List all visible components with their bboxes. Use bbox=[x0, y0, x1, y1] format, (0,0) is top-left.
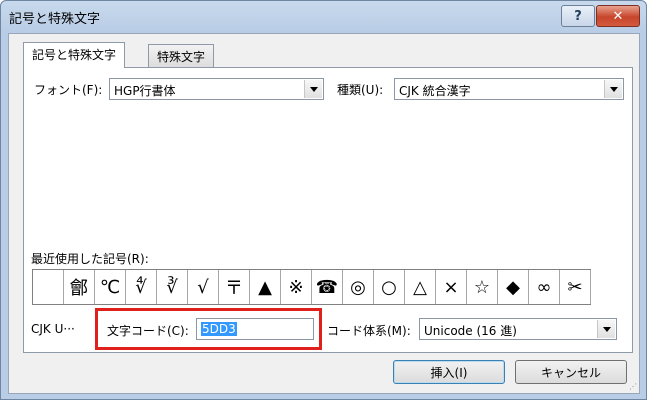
subset-label: 種類(U): bbox=[337, 83, 384, 97]
chevron-down-icon[interactable] bbox=[604, 80, 622, 98]
cancel-button[interactable]: キャンセル bbox=[515, 360, 627, 384]
chevron-down-icon[interactable] bbox=[597, 320, 615, 338]
recent-symbol-cell[interactable] bbox=[33, 270, 64, 304]
font-select-value: HGP行書体 bbox=[114, 84, 176, 98]
dialog-body: 記号と特殊文字 特殊文字 フォント(F): HGP行書体 種類(U): CJK … bbox=[8, 33, 640, 394]
character-name: CJK U··· bbox=[31, 322, 75, 336]
tab-symbols[interactable]: 記号と特殊文字 bbox=[23, 42, 126, 68]
title-bar[interactable]: 記号と特殊文字 ? ✕ bbox=[1, 1, 646, 33]
close-button[interactable]: ✕ bbox=[596, 5, 640, 27]
recent-symbol-cell[interactable]: √ bbox=[188, 270, 219, 304]
from-label: コード体系(M): bbox=[327, 324, 411, 338]
symbols-panel: フォント(F): HGP行書体 種類(U): CJK 統合漢字 bbox=[23, 67, 633, 353]
from-select[interactable]: Unicode (16 進) bbox=[419, 318, 617, 340]
chevron-down-icon[interactable] bbox=[304, 80, 322, 98]
from-select-value: Unicode (16 進) bbox=[424, 324, 517, 338]
recent-symbol-cell[interactable]: ○ bbox=[374, 270, 405, 304]
recent-symbol-cell[interactable]: ☎ bbox=[312, 270, 343, 304]
recent-symbol-cell[interactable]: △ bbox=[405, 270, 436, 304]
recent-symbol-cell[interactable]: 〒 bbox=[219, 270, 250, 304]
char-code-value: 5DD3 bbox=[201, 322, 237, 336]
recent-symbol-cell[interactable]: ◎ bbox=[343, 270, 374, 304]
recent-symbol-cell[interactable]: ☆ bbox=[467, 270, 498, 304]
font-label: フォント(F): bbox=[34, 83, 103, 97]
recent-symbol-cell[interactable]: ▲ bbox=[250, 270, 281, 304]
close-icon: ✕ bbox=[612, 8, 624, 24]
subset-select[interactable]: CJK 統合漢字 bbox=[394, 78, 624, 100]
help-button[interactable]: ? bbox=[561, 5, 595, 27]
recent-symbol-cell[interactable]: × bbox=[436, 270, 467, 304]
font-select[interactable]: HGP行書体 bbox=[109, 78, 324, 100]
recent-symbols-label: 最近使用した記号(R): bbox=[31, 252, 149, 266]
dialog-window: 記号と特殊文字 ? ✕ 記号と特殊文字 特殊文字 フォント(F): HGP行書体… bbox=[0, 0, 647, 400]
recent-symbol-cell[interactable]: ◆ bbox=[498, 270, 529, 304]
recent-symbols-row[interactable]: 鄶 ℃ ∜ ∛ √ 〒 ▲ ※ ☎ ◎ ○ △ × ☆ ◆ ∞ ✂ bbox=[32, 269, 591, 305]
resize-grip-icon[interactable]: ⋰ bbox=[629, 382, 637, 391]
subset-select-value: CJK 統合漢字 bbox=[399, 84, 471, 98]
char-code-field[interactable]: 5DD3 bbox=[196, 318, 314, 340]
recent-symbol-cell[interactable]: ℃ bbox=[95, 270, 126, 304]
dialog-title: 記号と特殊文字 bbox=[9, 12, 101, 27]
recent-symbol-cell[interactable]: ✂ bbox=[560, 270, 591, 304]
tab-special-characters[interactable]: 特殊文字 bbox=[148, 44, 215, 68]
recent-symbol-cell[interactable]: ※ bbox=[281, 270, 312, 304]
help-icon: ? bbox=[574, 8, 582, 24]
recent-symbol-cell[interactable]: ∜ bbox=[126, 270, 157, 304]
char-code-label: 文字コード(C): bbox=[107, 324, 189, 338]
insert-button[interactable]: 挿入(I) bbox=[393, 360, 505, 384]
recent-symbol-cell[interactable]: 鄶 bbox=[64, 270, 95, 304]
recent-symbol-cell[interactable]: ∞ bbox=[529, 270, 560, 304]
recent-symbol-cell[interactable]: ∛ bbox=[157, 270, 188, 304]
